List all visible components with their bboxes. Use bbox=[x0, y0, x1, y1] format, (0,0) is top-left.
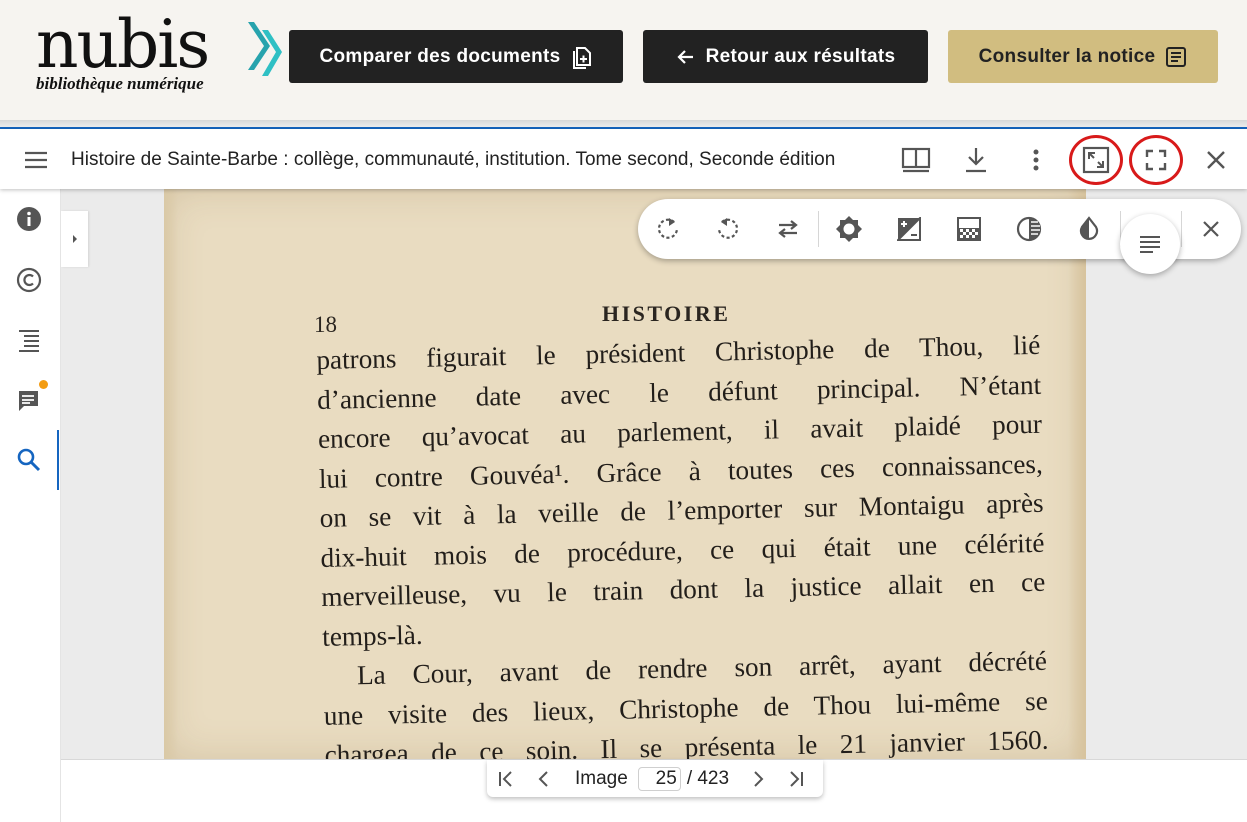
text-overlay-button[interactable] bbox=[1120, 214, 1180, 274]
rotate-right-icon bbox=[657, 218, 679, 239]
document-viewer: Histoire de Sainte-Barbe : collège, comm… bbox=[0, 127, 1247, 822]
download-button[interactable] bbox=[955, 139, 997, 181]
logo-chevron-icon bbox=[248, 22, 282, 76]
search-button[interactable] bbox=[14, 445, 44, 475]
active-rail-indicator bbox=[57, 430, 59, 490]
site-header: nubis bibliothèque numérique Comparer de… bbox=[0, 0, 1247, 120]
last-page-icon bbox=[790, 770, 804, 787]
view-record-button[interactable]: Consulter la notice bbox=[948, 30, 1218, 83]
previous-page-button[interactable] bbox=[525, 760, 563, 797]
next-page-button[interactable] bbox=[739, 760, 777, 797]
table-of-contents-icon bbox=[19, 330, 39, 352]
expand-sidebar-tab[interactable] bbox=[61, 211, 88, 267]
page-total: / 423 bbox=[686, 767, 730, 789]
annotations-icon bbox=[18, 391, 38, 411]
info-icon bbox=[17, 207, 41, 231]
scanned-page: 18 HISTOIRE patrons figurait le présiden… bbox=[164, 189, 1086, 759]
download-icon bbox=[966, 148, 986, 173]
back-to-results-label: Retour aux résultats bbox=[705, 45, 896, 67]
viewer-top-bar: Histoire de Sainte-Barbe : collège, comm… bbox=[0, 129, 1247, 189]
annotations-notification-dot bbox=[39, 380, 48, 389]
compare-icon bbox=[572, 46, 591, 69]
chevron-left-icon bbox=[538, 770, 548, 787]
close-icon bbox=[1207, 151, 1225, 169]
arrow-left-icon bbox=[677, 49, 693, 64]
page-navigator: Image / 423 bbox=[487, 760, 823, 797]
annotations-button[interactable] bbox=[14, 386, 44, 416]
table-of-contents-button[interactable] bbox=[14, 326, 44, 356]
image-canvas[interactable]: 18 HISTOIRE patrons figurait le présiden… bbox=[61, 189, 1247, 759]
first-page-button[interactable] bbox=[487, 760, 525, 797]
left-rail bbox=[0, 189, 61, 822]
logo-subtitle: bibliothèque numérique bbox=[36, 74, 204, 93]
brightness-icon bbox=[836, 216, 862, 242]
compare-documents-label: Comparer des documents bbox=[319, 45, 561, 67]
rotate-left-icon bbox=[717, 218, 739, 239]
flip-button[interactable] bbox=[767, 208, 809, 250]
rights-button[interactable] bbox=[14, 265, 44, 295]
grayscale-icon bbox=[1016, 216, 1042, 242]
close-viewer-button[interactable] bbox=[1195, 139, 1237, 181]
page-number-input[interactable] bbox=[637, 766, 681, 791]
page-heading: HISTOIRE bbox=[602, 301, 731, 326]
header-shadow bbox=[0, 120, 1247, 127]
menu-button[interactable] bbox=[16, 143, 56, 177]
brightness-button[interactable] bbox=[828, 208, 870, 250]
compare-documents-button[interactable]: Comparer des documents bbox=[289, 30, 623, 83]
info-button[interactable] bbox=[14, 204, 44, 234]
document-title: Histoire de Sainte-Barbe : collège, comm… bbox=[71, 149, 836, 170]
contrast-icon bbox=[897, 217, 921, 241]
nubis-logo[interactable]: nubis bibliothèque numérique bbox=[36, 6, 286, 96]
view-record-label: Consulter la notice bbox=[978, 45, 1156, 67]
logo-wordmark: nubis bbox=[36, 6, 210, 83]
chevron-right-icon bbox=[754, 770, 764, 787]
flip-icon bbox=[778, 220, 798, 238]
page-edge-right bbox=[1068, 189, 1086, 759]
toolbar-divider bbox=[818, 211, 819, 247]
saturation-icon bbox=[957, 217, 981, 241]
expand-view-highlight bbox=[1069, 135, 1123, 185]
two-page-view-icon bbox=[901, 147, 931, 173]
search-icon bbox=[17, 448, 41, 472]
rotate-left-button[interactable] bbox=[707, 208, 749, 250]
page-number: 18 bbox=[314, 312, 337, 337]
invert-colors-button[interactable] bbox=[1068, 208, 1110, 250]
more-options-button[interactable] bbox=[1015, 139, 1057, 181]
back-to-results-button[interactable]: Retour aux résultats bbox=[643, 30, 928, 83]
fullscreen-highlight bbox=[1129, 135, 1183, 185]
rotate-right-button[interactable] bbox=[647, 208, 689, 250]
contrast-button[interactable] bbox=[888, 208, 930, 250]
more-vert-icon bbox=[1033, 149, 1039, 171]
viewer-footer: Image / 423 bbox=[61, 759, 1247, 822]
first-page-icon bbox=[499, 770, 512, 787]
close-tools-button[interactable] bbox=[1190, 208, 1232, 250]
page-body-text: patrons figurait le président Christophe… bbox=[316, 326, 1049, 759]
page-edge-left bbox=[164, 189, 178, 759]
close-icon bbox=[1203, 221, 1219, 237]
last-page-button[interactable] bbox=[777, 760, 815, 797]
hamburger-icon bbox=[25, 151, 47, 169]
copyright-icon bbox=[16, 267, 42, 293]
invert-colors-icon bbox=[1079, 216, 1099, 240]
two-page-view-button[interactable] bbox=[895, 139, 937, 181]
saturation-button[interactable] bbox=[948, 208, 990, 250]
grayscale-button[interactable] bbox=[1008, 208, 1050, 250]
toolbar-divider bbox=[1181, 211, 1182, 247]
text-lines-icon bbox=[1140, 236, 1160, 253]
chevron-right-icon bbox=[72, 235, 77, 243]
notice-icon bbox=[1166, 46, 1187, 67]
image-label: Image bbox=[575, 767, 628, 789]
